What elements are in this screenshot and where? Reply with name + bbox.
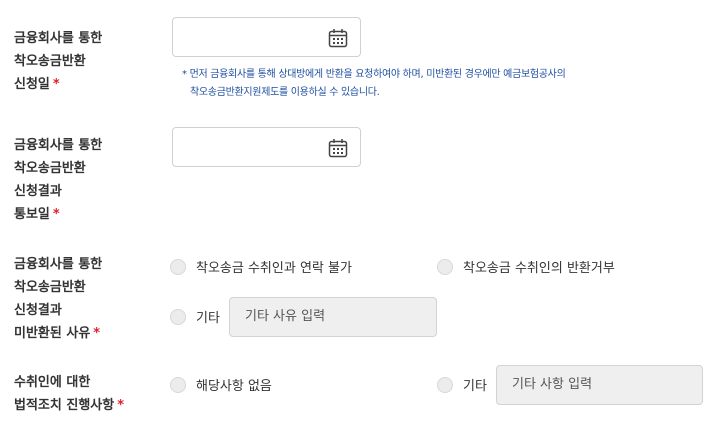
radio-refusal[interactable]: 착오송금 수취인의 반환거부 <box>437 257 615 276</box>
label-text: 법적조치 진행사항 <box>14 398 115 413</box>
radio-circle[interactable] <box>170 308 186 325</box>
result-notice-date-label: 금융회사를 통한 착오송금반환 신청결과 통보일 * <box>14 134 102 226</box>
radio-label[interactable]: 착오송금 수취인과 연락 불가 <box>196 257 352 276</box>
radio-no-contact[interactable]: 착오송금 수취인과 연락 불가 <box>170 257 352 276</box>
label-line: 미반환된 사유 * <box>14 322 102 345</box>
label-text: 통보일 <box>14 207 50 222</box>
radio-label[interactable]: 착오송금 수취인의 반환거부 <box>463 257 615 276</box>
calendar-icon[interactable] <box>328 138 348 158</box>
request-date-label: 금융회사를 통한 착오송금반환 신청일 * <box>14 27 102 96</box>
label-line: 금융회사를 통한 <box>14 257 103 272</box>
required-mark: * <box>52 207 60 222</box>
radio-reason-other[interactable]: 기타 <box>170 307 220 326</box>
non-return-reason-label: 금융회사를 통한 착오송금반환 신청결과 미반환된 사유 * <box>14 253 102 345</box>
note-line: 착오송금반환지원제도를 이용하실 수 있습니다. <box>190 87 380 98</box>
request-date-note: * 먼저 금융회사를 통해 상대방에게 반환을 요청하여야 하며, 미반환된 경… <box>182 66 566 102</box>
label-line: 통보일 * <box>14 203 102 226</box>
radio-label[interactable]: 기타 <box>463 375 487 394</box>
label-line: 신청결과 <box>14 184 62 199</box>
label-text: 미반환된 사유 <box>14 326 91 341</box>
label-line: 착오송금반환 <box>14 54 86 69</box>
other-reason-input[interactable]: 기타 사유 입력 <box>229 297 437 337</box>
legal-action-label: 수취인에 대한 법적조치 진행사항 * <box>14 371 124 417</box>
label-line: 신청결과 <box>14 303 62 318</box>
label-line: 착오송금반환 <box>14 280 86 295</box>
radio-label[interactable]: 기타 <box>196 307 220 326</box>
radio-legal-other[interactable]: 기타 <box>437 375 487 394</box>
radio-circle[interactable] <box>437 258 453 275</box>
note-line: * 먼저 금융회사를 통해 상대방에게 반환을 요청하여야 하며, 미반환된 경… <box>182 69 566 80</box>
label-line: 착오송금반환 <box>14 161 86 176</box>
request-date-input[interactable] <box>172 17 361 57</box>
required-mark: * <box>93 326 101 341</box>
other-legal-input[interactable]: 기타 사항 입력 <box>496 365 703 405</box>
label-line: 금융회사를 통한 <box>14 138 103 153</box>
label-line: 법적조치 진행사항 * <box>14 394 124 417</box>
calendar-icon[interactable] <box>328 28 348 48</box>
label-text: 신청일 <box>14 77 50 92</box>
radio-label[interactable]: 해당사항 없음 <box>196 375 272 394</box>
radio-circle[interactable] <box>170 258 186 275</box>
required-mark: * <box>117 398 125 413</box>
radio-circle[interactable] <box>170 376 186 393</box>
required-mark: * <box>52 77 60 92</box>
label-line: 금융회사를 통한 <box>14 31 103 46</box>
radio-not-applicable[interactable]: 해당사항 없음 <box>170 375 272 394</box>
radio-circle[interactable] <box>437 376 453 393</box>
label-line: 신청일 * <box>14 73 102 96</box>
result-notice-date-input[interactable] <box>172 127 361 167</box>
label-line: 수취인에 대한 <box>14 375 91 390</box>
